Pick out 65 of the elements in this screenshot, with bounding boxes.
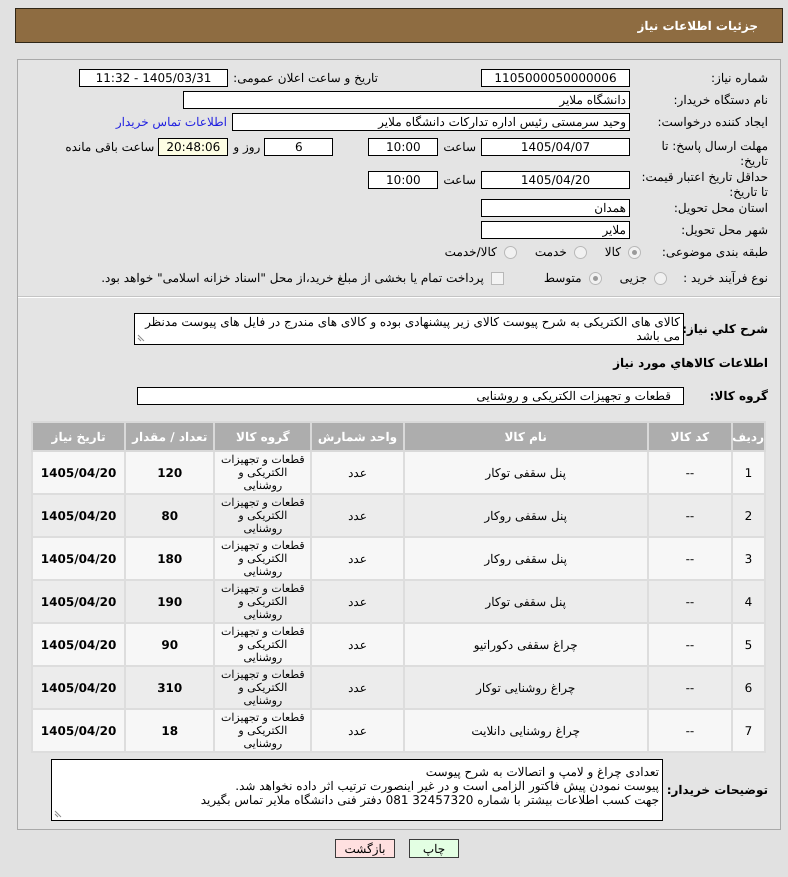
radio-label: جزیی [620,270,647,287]
quantity-cell: 18 [125,709,214,752]
field-label: طبقه بندی موضوعی: [660,244,768,261]
column-header: کد کالا [648,422,732,451]
column-header: گروه کالا [214,422,312,451]
field-label: گروه کالا: [708,388,768,405]
checkbox[interactable] [490,272,504,284]
time-label: ساعت [443,172,476,189]
radio-button[interactable] [654,272,667,284]
description-field[interactable]: کالای های الکتریکی به شرح پیوست کالای زیر پیشنهادی بوده و کالای های مندرج در فایل های پیوست مدنظر می باشد [134,313,684,345]
price-validity-date-field[interactable]: 1405/04/20 [481,171,630,189]
resize-grip-icon[interactable] [137,334,145,342]
contact-link[interactable]: اطلاعات تماس خریدار [116,113,227,131]
field-label: شهر محل تحویل: [680,222,768,239]
buyer-notes-field[interactable]: تعدادی چراغ و لامپ و اتصالات به شرح پیوست پیوست نمودن پیش فاکتور الزامی است و در غیر اینصورت ترتیب اثر داده نخواهد شد. جهت کسب اطلاعات بیشتر با شماره 32457320 081 دفتر فنی دانشگاه ملایر تماس بگیرید [51,759,663,821]
deadline-date-field[interactable]: 1405/04/07 [481,138,630,156]
field-label: تاریخ و ساعت اعلان عمومی: [232,70,378,87]
requester-field[interactable]: وحید سرمستی رئیس اداره تدارکات دانشگاه ملایر [232,113,630,131]
price-validity-time-field[interactable]: 10:00 [368,171,438,189]
field-label: استان محل تحویل: [672,200,768,217]
field-label: مهلت ارسال پاسخ: تا تاریخ: [660,138,768,169]
page-title: جزئیات اطلاعات نیاز [637,18,758,34]
row-number-cell: 7 [732,709,765,752]
resize-grip-icon[interactable] [54,810,62,818]
goods-group-field[interactable]: قطعات و تجهیزات الکتریکی و روشنایی [137,387,684,405]
item-name-cell: چراغ روشنایی دانلایت [404,709,648,752]
announce-date-field[interactable]: 1405/03/31 - 11:32 [79,69,228,87]
days-field[interactable]: 6 [264,138,334,156]
days-label: روز و [233,139,260,156]
remaining-label: ساعت باقی مانده [65,139,154,156]
radio-button[interactable] [574,246,587,258]
buyer-org-field[interactable]: دانشگاه ملایر [183,91,630,109]
field-label: توضیحات خریدار: [666,782,768,799]
column-header: ردیف [732,422,765,451]
checkbox-label: پرداخت تمام یا بخشی از مبلغ خرید،از محل "اسناد خزانه اسلامی" خواهد بود. [101,270,484,287]
column-header: واحد شمارش [311,422,404,451]
field-label: نوع فرآیند خرید : [682,270,768,287]
radio-button[interactable] [628,246,641,258]
radio-label: کالا/خدمت [444,244,497,261]
deadline-time-field[interactable]: 10:00 [368,138,438,156]
unit-cell: عدد [311,709,404,752]
time-label: ساعت [443,139,476,156]
group-cell: قطعات و تجهیزات الکتریکی و روشنایی [214,709,312,752]
field-label: شرح کلي نیاز: [684,321,768,338]
field-label: ایجاد کننده درخواست: [656,114,768,131]
city-field[interactable]: ملایر [481,221,630,239]
radio-label: متوسط [544,270,582,287]
radio-label: کالا [604,244,621,261]
date-cell: 1405/04/20 [32,709,126,752]
radio-button[interactable] [504,246,517,258]
remaining-time-field[interactable]: 20:48:06 [158,138,228,156]
field-label: شماره نیاز: [710,70,768,87]
code-cell: -- [648,709,732,752]
province-field[interactable]: همدان [481,199,630,217]
need-number-field[interactable]: 1105000050000006 [481,69,630,87]
field-label: حداقل تاریخ اعتبار قیمت: تا تاریخ: [640,170,768,200]
column-header: نام کالا [404,422,648,451]
radio-label: خدمت [534,244,567,261]
print-button[interactable]: چاپ [409,839,459,858]
back-button[interactable]: بازگشت [335,839,395,858]
field-label: نام دستگاه خریدار: [672,92,768,109]
radio-button[interactable] [588,272,602,284]
column-header: تعداد / مقدار [125,422,214,451]
column-header: تاریخ نیاز [32,422,126,451]
section-title: اطلاعات کالاهاي مورد نیاز [613,356,768,370]
